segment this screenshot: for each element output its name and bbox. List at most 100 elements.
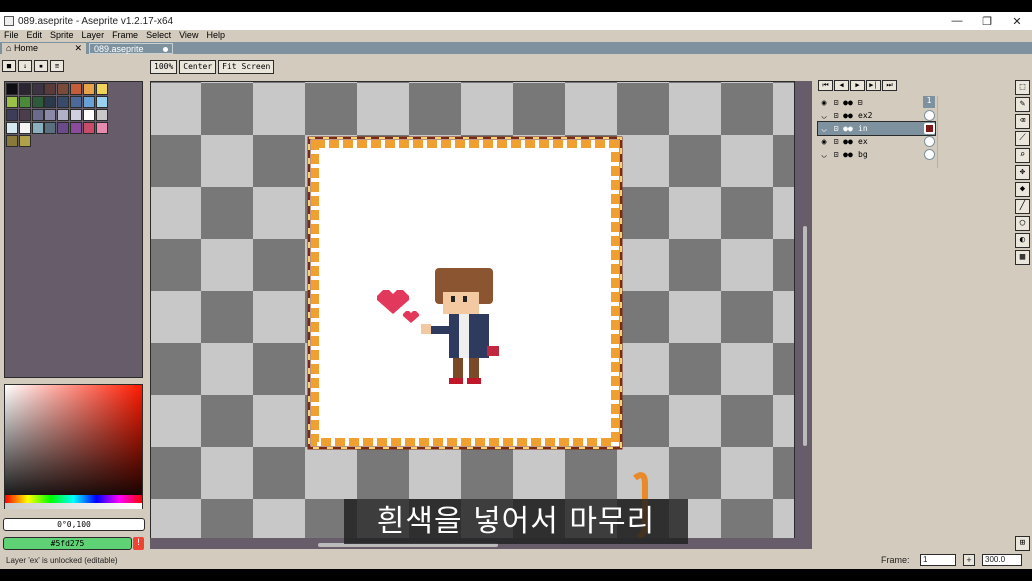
pencil-icon[interactable]: ✎ <box>1015 97 1030 112</box>
palette-swatch[interactable] <box>31 96 44 108</box>
palette-swatch[interactable] <box>57 109 70 121</box>
first-frame-icon[interactable]: ⏮ <box>818 80 833 91</box>
continuous-icon[interactable]: ●● <box>842 137 854 146</box>
palette-swatch[interactable] <box>95 109 108 121</box>
palette-swatch[interactable] <box>57 122 70 134</box>
frame-input[interactable]: 1 <box>920 554 956 566</box>
eye-icon[interactable]: ◉ <box>818 98 830 107</box>
blur-icon[interactable]: ◐ <box>1015 233 1030 248</box>
layer-row-ex[interactable]: ◉ ⊡ ●● ex <box>818 135 935 148</box>
lock-icon[interactable]: ⊡ <box>830 137 842 146</box>
tab-home[interactable]: ⌂ Home ✕ <box>2 43 86 54</box>
frame-preview-icon[interactable]: ⊞ <box>1015 536 1030 551</box>
palette-swatch[interactable] <box>57 96 70 108</box>
palette-swatch[interactable] <box>6 83 18 95</box>
layer-row-in[interactable]: ◡ ⊡ ●● in <box>817 121 936 136</box>
cel-icon[interactable] <box>924 123 935 134</box>
spray-icon[interactable]: ▦ <box>1015 250 1030 265</box>
lock-icon[interactable]: ⊡ <box>830 150 842 159</box>
eye-icon[interactable]: ◉ <box>818 137 830 146</box>
palette-swatch[interactable] <box>6 109 18 121</box>
palette-swatch[interactable] <box>6 135 18 147</box>
sort-icon[interactable]: ↓ <box>18 60 32 72</box>
hue-slider[interactable] <box>5 495 142 503</box>
move-icon[interactable]: ✥ <box>1015 165 1030 180</box>
center-button[interactable]: Center <box>179 60 217 74</box>
lock-palette-icon[interactable]: ■ <box>2 60 16 72</box>
layer-row-bg[interactable]: ◡ ⊡ ●● bg <box>818 148 935 161</box>
lock-icon[interactable]: ⊡ <box>830 98 842 107</box>
palette-swatch[interactable] <box>70 109 82 121</box>
cel-icon[interactable] <box>924 110 935 121</box>
tab-file[interactable]: 089.aseprite <box>89 43 173 54</box>
palette-swatch[interactable] <box>31 83 44 95</box>
palette-swatch[interactable] <box>82 96 95 108</box>
ellipse-icon[interactable]: ◯ <box>1015 216 1030 231</box>
palette-swatch[interactable] <box>44 122 57 134</box>
layer-row-header[interactable]: ◉ ⊡ ●● ⊟ 1 <box>818 96 935 109</box>
palette-swatch[interactable] <box>18 122 31 134</box>
palette-swatch[interactable] <box>57 83 70 95</box>
close-window-button[interactable]: ✕ <box>1002 15 1032 28</box>
continuous-icon[interactable]: ●● <box>842 98 854 107</box>
foreground-color[interactable]: 0°0,100 <box>3 518 145 531</box>
last-frame-icon[interactable]: ⏭ <box>882 80 897 91</box>
zoom-input[interactable]: 300.0 <box>982 554 1022 566</box>
menu-file[interactable]: File <box>0 30 23 42</box>
lock-icon[interactable]: ⊡ <box>830 124 842 133</box>
cel-icon[interactable] <box>924 136 935 147</box>
play-icon[interactable]: ▶ <box>850 80 865 91</box>
fit-screen-button[interactable]: Fit Screen <box>218 60 275 74</box>
palette-swatch[interactable] <box>70 96 82 108</box>
new-frame-button[interactable]: + <box>963 554 975 566</box>
menu-help[interactable]: Help <box>202 30 229 42</box>
editor-canvas[interactable] <box>150 81 812 549</box>
close-tab-icon[interactable]: ✕ <box>74 43 82 54</box>
palette-swatch[interactable] <box>6 122 18 134</box>
eye-hidden-icon[interactable]: ◡ <box>818 124 830 133</box>
eyedropper-icon[interactable]: ⟋ <box>1015 131 1030 146</box>
palette-swatch[interactable] <box>44 83 57 95</box>
layer-row-ex2[interactable]: ◡ ⊡ ●● ex2 <box>818 109 935 122</box>
palette-menu-icon[interactable]: ≡ <box>50 60 64 72</box>
menu-view[interactable]: View <box>175 30 202 42</box>
minimize-button[interactable]: — <box>942 15 972 28</box>
palette-swatch[interactable] <box>82 122 95 134</box>
palette-swatch[interactable] <box>18 96 31 108</box>
marquee-icon[interactable]: ⬚ <box>1015 80 1030 95</box>
palette-swatch[interactable] <box>44 109 57 121</box>
palette-swatch[interactable] <box>70 83 82 95</box>
vertical-scrollbar[interactable] <box>794 81 812 549</box>
eye-hidden-icon[interactable]: ◡ <box>818 111 830 120</box>
cel-icon[interactable] <box>924 149 935 160</box>
palette-swatch[interactable] <box>82 83 95 95</box>
color-picker-sv[interactable] <box>4 384 143 509</box>
continuous-icon[interactable]: ●● <box>842 111 854 120</box>
palette-swatch[interactable] <box>44 96 57 108</box>
palette-swatch[interactable] <box>82 109 95 121</box>
palette-swatch[interactable] <box>31 122 44 134</box>
menu-layer[interactable]: Layer <box>78 30 109 42</box>
menu-edit[interactable]: Edit <box>23 30 47 42</box>
palette-swatch[interactable] <box>18 109 31 121</box>
palette-swatch[interactable] <box>31 109 44 121</box>
palette-swatch[interactable] <box>6 96 18 108</box>
palette-swatch[interactable] <box>95 122 108 134</box>
menu-frame[interactable]: Frame <box>108 30 142 42</box>
background-color[interactable]: #5fd275 <box>3 537 132 550</box>
warning-icon[interactable]: ! <box>133 537 144 550</box>
palette-swatch[interactable] <box>95 96 108 108</box>
eraser-icon[interactable]: ⌫ <box>1015 114 1030 129</box>
lock-icon[interactable]: ⊡ <box>830 111 842 120</box>
palette-swatch[interactable] <box>95 83 108 95</box>
zoom-icon[interactable]: ⌕ <box>1015 148 1030 163</box>
palette-swatch[interactable] <box>18 135 31 147</box>
maximize-button[interactable]: ❐ <box>972 15 1002 28</box>
next-frame-icon[interactable]: ▶| <box>866 80 881 91</box>
presets-icon[interactable]: ▪ <box>34 60 48 72</box>
alpha-slider[interactable] <box>5 503 142 509</box>
continuous-icon[interactable]: ●● <box>842 124 854 133</box>
menu-select[interactable]: Select <box>142 30 175 42</box>
bucket-icon[interactable]: ◆ <box>1015 182 1030 197</box>
palette-swatch[interactable] <box>18 83 31 95</box>
